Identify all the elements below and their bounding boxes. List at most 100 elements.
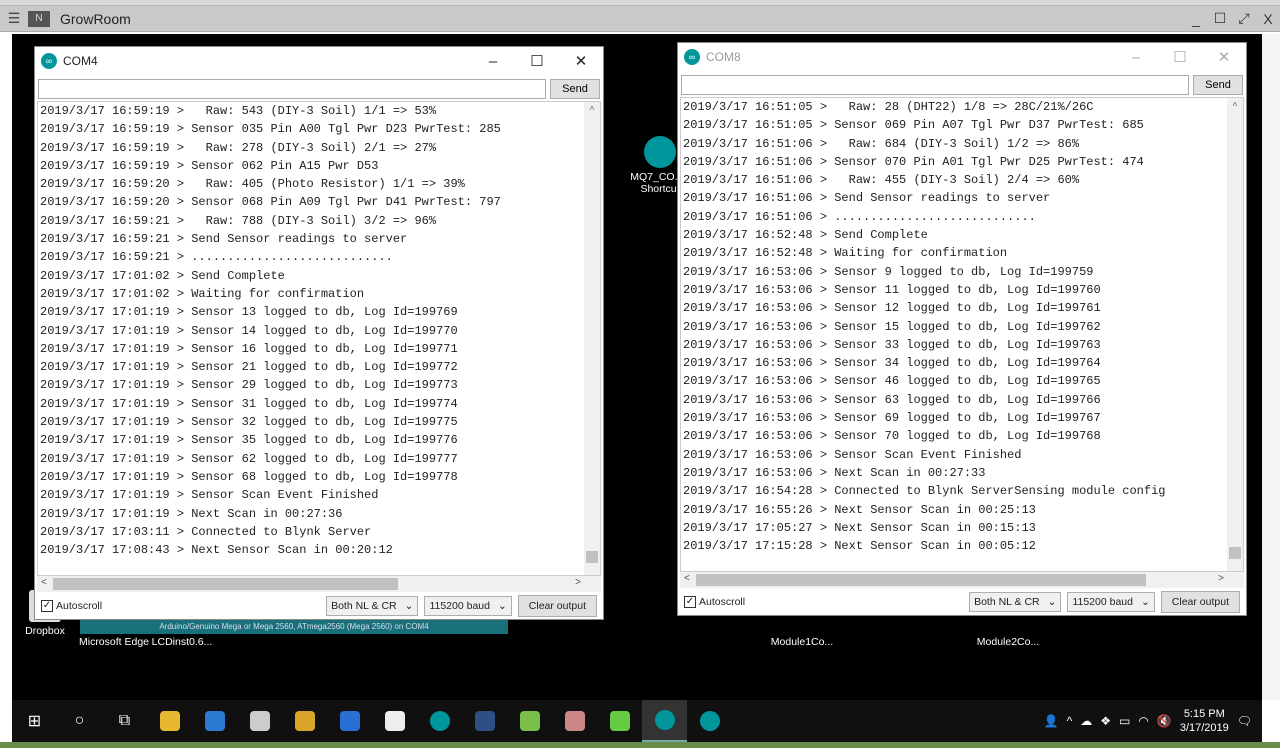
app-logo-icon: N (28, 10, 50, 27)
log-line: 2019/3/17 16:51:06 > Sensor 070 Pin A01 … (683, 154, 1144, 169)
log-line: 2019/3/17 17:01:19 > Sensor 68 logged to… (40, 469, 458, 484)
log-line: 2019/3/17 17:01:02 > Send Complete (40, 268, 285, 283)
log-line: 2019/3/17 16:51:06 > Send Sensor reading… (683, 191, 1051, 206)
window-title: COM8 (706, 50, 741, 64)
desktop-icon-module2[interactable]: Module2Co... (968, 636, 1048, 648)
taskbar-arduino-icon[interactable] (417, 700, 462, 742)
autoscroll-label: Autoscroll (56, 600, 103, 612)
time: 5:15 PM (1183, 708, 1225, 720)
taskbar-android-studio-icon[interactable] (507, 700, 552, 742)
log-line: 2019/3/17 16:52:48 > Send Complete (683, 228, 928, 243)
autoscroll-checkbox[interactable]: ✓ Autoscroll (684, 596, 963, 608)
line-ending-select[interactable]: Both NL & CR ⌄ (969, 592, 1062, 612)
serial-output: 2019/3/17 16:51:05 > Raw: 28 (DHT22) 1/8… (680, 97, 1244, 572)
close-button[interactable]: X (1256, 11, 1280, 27)
baud-select[interactable]: 115200 baud ⌄ (424, 596, 512, 616)
taskbar-app-gem-icon[interactable] (597, 700, 642, 742)
title-bar[interactable]: ∞ COM8 – ☐ ✕ (678, 43, 1246, 71)
taskbar-app-blue-icon[interactable] (462, 700, 507, 742)
taskbar-arduino-active-icon[interactable] (642, 700, 687, 742)
hamburger-icon[interactable]: ☰ (0, 10, 28, 27)
line-ending-value: Both NL & CR (331, 600, 397, 612)
log-line: 2019/3/17 17:01:19 > Sensor 29 logged to… (40, 378, 458, 393)
log-line: 2019/3/17 17:01:19 > Sensor 16 logged to… (40, 341, 458, 356)
autoscroll-checkbox[interactable]: ✓ Autoscroll (41, 600, 320, 612)
battery-icon[interactable]: ▭ (1119, 714, 1130, 728)
log-line: 2019/3/17 16:52:48 > Waiting for confirm… (683, 246, 1008, 261)
desktop-icon-module1[interactable]: Module1Co... (762, 636, 842, 648)
taskbar-search-icon[interactable]: ○ (57, 700, 102, 742)
close-button[interactable]: ✕ (559, 52, 603, 70)
log-line: 2019/3/17 17:01:19 > Sensor 32 logged to… (40, 415, 458, 430)
taskbar-dropbox-icon[interactable] (327, 700, 372, 742)
serial-input[interactable] (681, 75, 1189, 95)
log-line: 2019/3/17 16:59:19 > Raw: 543 (DIY-3 Soi… (40, 104, 437, 118)
taskbar-task-view-icon[interactable]: ⧉ (102, 700, 147, 742)
serial-monitor-com4: ∞ COM4 – ☐ ✕ Send 2019/3/17 16:59:19 > Raw: … (34, 46, 604, 620)
desktop-icon-lcdinst[interactable]: LCDinst0.6... (142, 636, 222, 648)
log-line: 2019/3/17 17:08:43 > Next Sensor Scan in… (40, 543, 393, 558)
log-line: 2019/3/17 16:51:05 > Sensor 069 Pin A07 … (683, 118, 1144, 133)
horizontal-scrollbar[interactable]: < > (680, 572, 1244, 588)
clock[interactable]: 5:15 PM 3/17/2019 (1180, 707, 1229, 735)
taskbar-file-explorer-icon[interactable] (147, 700, 192, 742)
maximize-button[interactable]: ☐ (1208, 10, 1232, 27)
log-line: 2019/3/17 16:53:06 > Sensor 33 logged to… (683, 337, 1101, 352)
icon-label: Dropbox (25, 625, 65, 637)
onedrive-icon[interactable]: ☁ (1080, 714, 1092, 728)
dropbox-tray-icon[interactable]: ❖ (1100, 714, 1111, 728)
taskbar-app-disc-icon[interactable] (237, 700, 282, 742)
log-line: 2019/3/17 16:51:06 > Raw: 684 (DIY-3 Soi… (683, 136, 1080, 151)
line-ending-select[interactable]: Both NL & CR ⌄ (326, 596, 419, 616)
log-line: 2019/3/17 16:59:19 > Raw: 278 (DIY-3 Soi… (40, 140, 437, 155)
minimize-button[interactable]: _ (1184, 11, 1208, 27)
taskbar-fb-icon[interactable] (372, 700, 417, 742)
fullscreen-button[interactable]: ⤢ (1232, 10, 1256, 27)
log-line: 2019/3/17 16:53:06 > Sensor 34 logged to… (683, 356, 1101, 371)
people-icon[interactable]: 👤 (1044, 714, 1059, 728)
background-strip (0, 742, 1280, 748)
send-button[interactable]: Send (1193, 75, 1243, 95)
send-button[interactable]: Send (550, 79, 600, 99)
clear-output-button[interactable]: Clear output (517, 595, 597, 617)
arduino-icon: ∞ (41, 53, 57, 69)
minimize-button[interactable]: – (471, 53, 515, 70)
log-line: 2019/3/17 16:53:06 > Sensor 70 logged to… (683, 429, 1101, 444)
icon-label: Module1Co... (770, 636, 834, 648)
remote-title: GrowRoom (60, 10, 131, 27)
log-line: 2019/3/17 17:01:19 > Sensor 21 logged to… (40, 360, 458, 375)
vertical-scrollbar[interactable]: ^ (584, 102, 600, 575)
taskbar-app-paint-icon[interactable] (552, 700, 597, 742)
chevron-down-icon: ⌄ (497, 600, 507, 612)
taskbar-store-icon[interactable] (192, 700, 237, 742)
log-line: 2019/3/17 16:51:06 > ...................… (683, 209, 1036, 224)
serial-input[interactable] (38, 79, 546, 99)
maximize-button[interactable]: ☐ (1158, 48, 1202, 66)
vertical-scrollbar[interactable]: ^ (1227, 98, 1243, 571)
system-tray: 👤 ^ ☁ ❖ ▭ ◠ 🔇 5:15 PM 3/17/2019 🗨 (1044, 707, 1262, 735)
notifications-icon[interactable]: 🗨 (1237, 714, 1252, 728)
baud-value: 115200 baud (429, 600, 490, 612)
title-bar[interactable]: ∞ COM4 – ☐ ✕ (35, 47, 603, 75)
log-line: 2019/3/17 16:55:26 > Next Sensor Scan in… (683, 502, 1036, 517)
log-line: 2019/3/17 16:53:06 > Sensor 63 logged to… (683, 392, 1101, 407)
close-button[interactable]: ✕ (1202, 48, 1246, 66)
minimize-button[interactable]: – (1114, 49, 1158, 66)
baud-select[interactable]: 115200 baud ⌄ (1067, 592, 1155, 612)
chevron-down-icon: ⌄ (1140, 596, 1150, 608)
maximize-button[interactable]: ☐ (515, 52, 559, 70)
icon-label: Module2Co... (976, 636, 1040, 648)
horizontal-scrollbar[interactable]: < > (37, 576, 601, 592)
autoscroll-label: Autoscroll (699, 596, 746, 608)
taskbar-start-icon[interactable]: ⊞ (12, 700, 57, 742)
log-line: 2019/3/17 16:59:21 > Raw: 788 (DIY-3 Soi… (40, 213, 437, 228)
taskbar-chrome-icon[interactable] (282, 700, 327, 742)
volume-muted-icon[interactable]: 🔇 (1157, 714, 1172, 728)
arduino-icon: ∞ (684, 49, 700, 65)
log-line: 2019/3/17 16:59:19 > Sensor 035 Pin A00 … (40, 122, 501, 137)
chevron-up-icon[interactable]: ^ (1067, 714, 1073, 728)
chevron-down-icon: ⌄ (1047, 596, 1057, 608)
clear-output-button[interactable]: Clear output (1160, 591, 1240, 613)
taskbar-arduino-icon[interactable] (687, 700, 732, 742)
wifi-icon[interactable]: ◠ (1138, 714, 1148, 728)
